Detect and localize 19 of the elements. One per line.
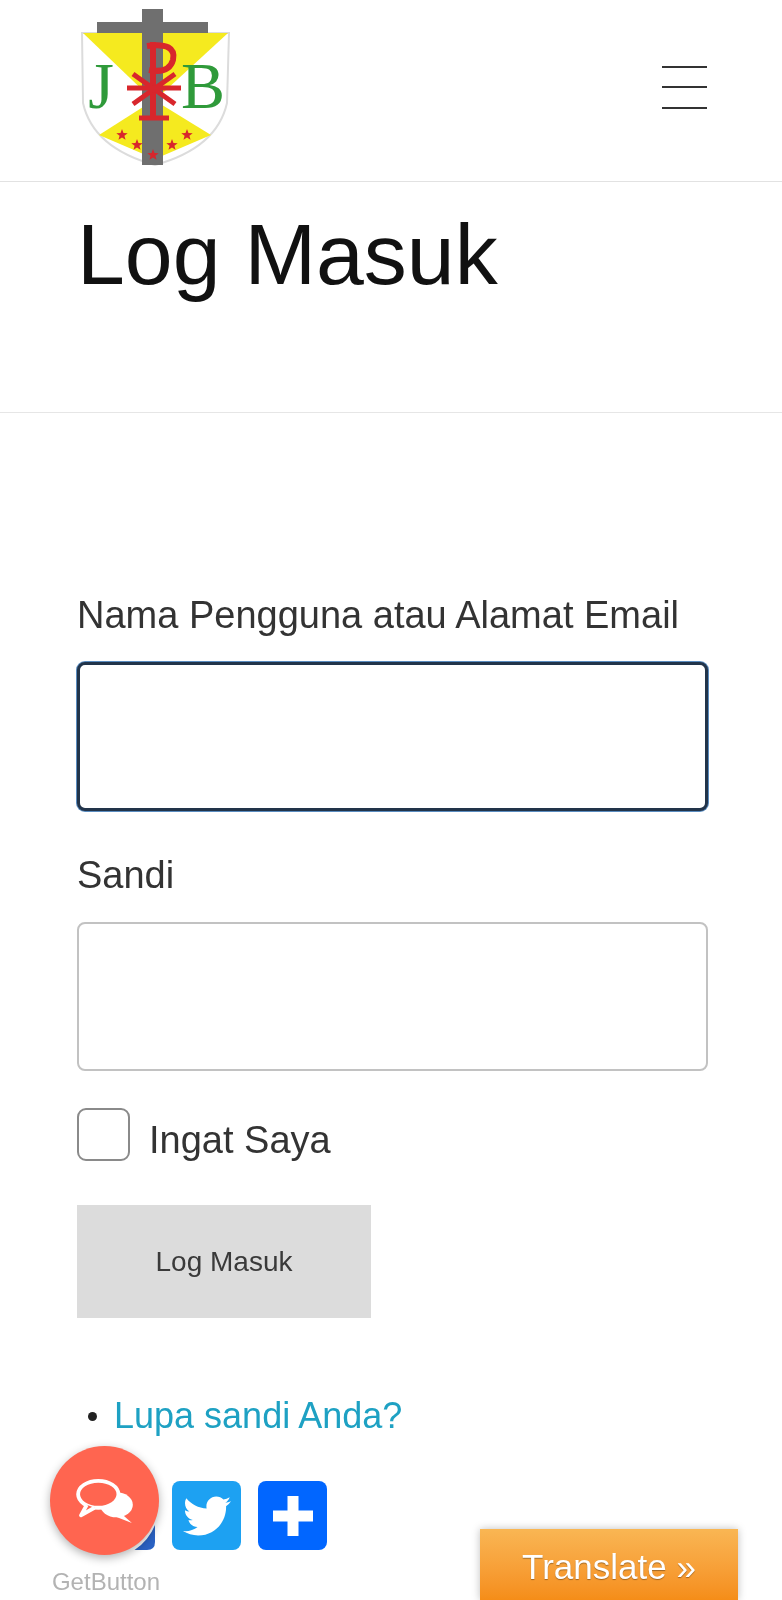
logo-letter: B xyxy=(181,49,225,122)
chat-bubbles-icon xyxy=(73,1476,136,1525)
bird-icon[interactable] xyxy=(172,1481,241,1550)
page-title: Log Masuk xyxy=(77,205,498,304)
input-field[interactable] xyxy=(77,662,708,811)
login-button[interactable]: Log Masuk xyxy=(77,1205,371,1318)
field-label: Nama Pengguna atau Alamat Email xyxy=(77,593,680,637)
checkbox-label: Ingat Saya xyxy=(149,1118,331,1162)
forgot-password-link[interactable]: Lupa sandi Anda? xyxy=(114,1395,403,1437)
checkbox[interactable] xyxy=(77,1107,130,1161)
bullet-icon xyxy=(88,1411,97,1421)
social-icon[interactable] xyxy=(134,1525,155,1550)
plus-icon[interactable] xyxy=(258,1481,327,1550)
field-label: Sandi xyxy=(77,853,175,897)
logo-letter: J xyxy=(88,49,114,122)
chat-button[interactable] xyxy=(50,1446,159,1555)
translate-button[interactable]: Translate » xyxy=(480,1529,738,1600)
widget-caption: GetButton xyxy=(50,1568,162,1596)
menu-icon[interactable] xyxy=(662,66,707,109)
